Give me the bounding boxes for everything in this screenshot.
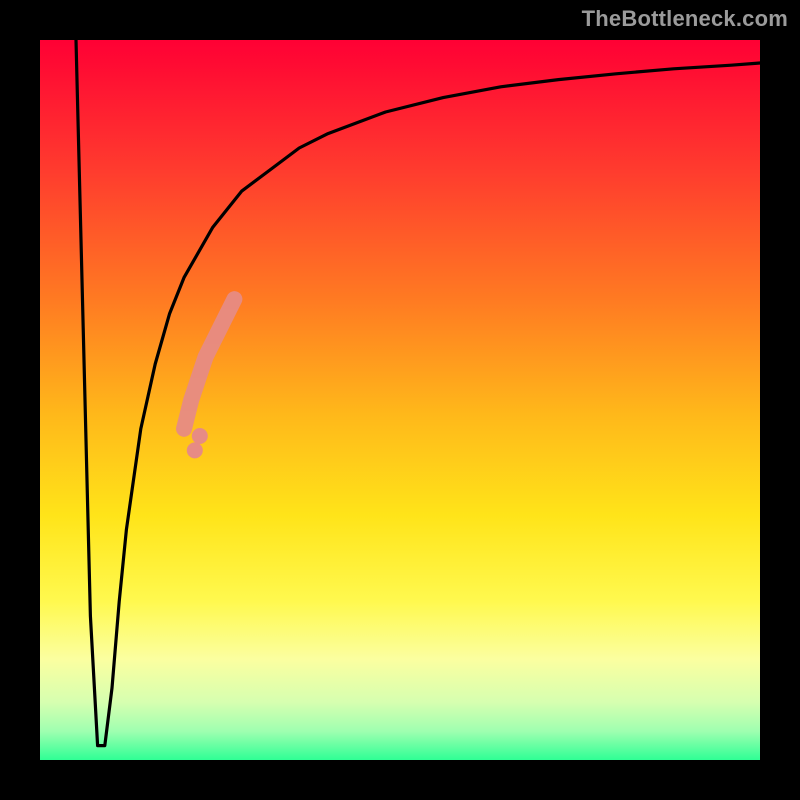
chart-svg [40, 40, 760, 760]
bottleneck-curve [76, 40, 760, 746]
salmon-dot [192, 428, 208, 444]
watermark-text: TheBottleneck.com [582, 6, 788, 32]
salmon-band [184, 299, 234, 429]
chart-frame: TheBottleneck.com [0, 0, 800, 800]
plot-area [40, 40, 760, 760]
salmon-dot [187, 442, 203, 458]
